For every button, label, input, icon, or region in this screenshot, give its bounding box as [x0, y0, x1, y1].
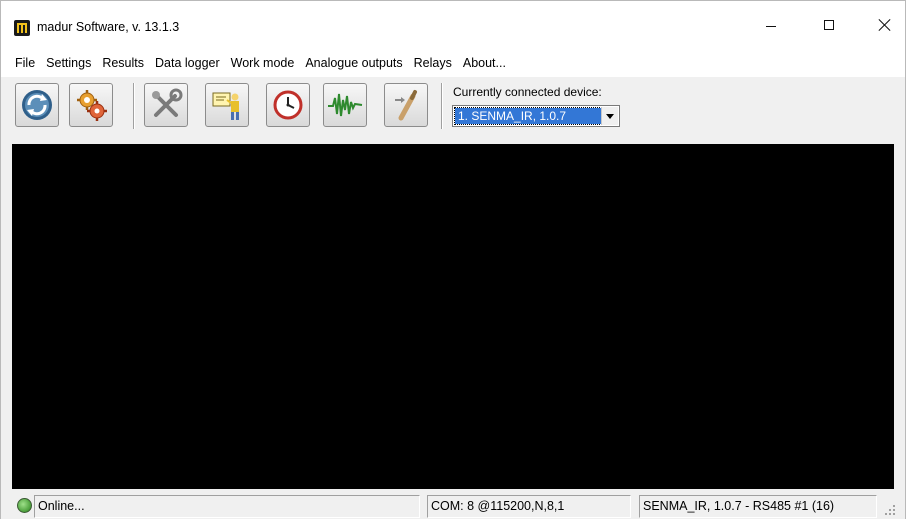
waveform-icon — [328, 93, 363, 117]
calibration-button[interactable] — [384, 83, 428, 127]
menu-analogue-outputs[interactable]: Analogue outputs — [305, 56, 402, 70]
waveform-button[interactable] — [323, 83, 367, 127]
dropdown-arrow-button[interactable] — [601, 107, 618, 125]
calibration-icon — [395, 90, 417, 121]
main-display-area[interactable] — [12, 144, 894, 489]
toolbar: Currently connected device: 1. SENMA_IR,… — [1, 77, 905, 143]
connect-refresh-button[interactable] — [15, 83, 59, 127]
presentation-icon — [212, 92, 239, 120]
menu-about[interactable]: About... — [463, 56, 506, 70]
tools-button[interactable] — [144, 83, 188, 127]
minimize-icon — [766, 25, 776, 27]
status-com-port: COM: 8 @115200,N,8,1 — [427, 495, 631, 518]
clock-icon — [273, 90, 303, 120]
maximize-icon — [824, 20, 834, 30]
close-button[interactable] — [862, 1, 906, 49]
device-label: Currently connected device: — [453, 85, 602, 99]
device-select[interactable]: 1. SENMA_IR, 1.0.7 — [452, 105, 620, 127]
maximize-button[interactable] — [806, 1, 852, 49]
presentation-button[interactable] — [205, 83, 249, 127]
menu-data-logger[interactable]: Data logger — [155, 56, 220, 70]
menu-settings[interactable]: Settings — [46, 56, 91, 70]
toolbar-separator — [441, 83, 443, 129]
tools-icon — [152, 88, 183, 117]
close-icon — [879, 19, 891, 31]
window-title: madur Software, v. 13.1.3 — [37, 20, 180, 34]
status-device: SENMA_IR, 1.0.7 - RS485 #1 (16) — [639, 495, 877, 518]
menu-relays[interactable]: Relays — [414, 56, 452, 70]
title-bar[interactable]: madur Software, v. 13.1.3 — [1, 1, 905, 49]
app-window: madur Software, v. 13.1.3 File Settings … — [0, 0, 906, 519]
gears-icon — [77, 90, 107, 121]
settings-gears-button[interactable] — [69, 83, 113, 127]
minimize-button[interactable] — [748, 1, 794, 49]
resize-grip-icon[interactable] — [881, 501, 897, 517]
menu-work-mode[interactable]: Work mode — [231, 56, 295, 70]
device-select-value: 1. SENMA_IR, 1.0.7 — [454, 107, 602, 125]
app-logo-icon — [14, 20, 30, 36]
clock-button[interactable] — [266, 83, 310, 127]
status-online: Online... — [34, 495, 420, 518]
menu-file[interactable]: File — [15, 56, 35, 70]
menu-bar: File Settings Results Data logger Work m… — [1, 49, 905, 77]
chevron-down-icon — [606, 113, 614, 119]
status-led-icon — [17, 498, 32, 513]
menu-results[interactable]: Results — [102, 56, 144, 70]
toolbar-separator — [133, 83, 135, 129]
connect-refresh-icon — [22, 90, 52, 120]
